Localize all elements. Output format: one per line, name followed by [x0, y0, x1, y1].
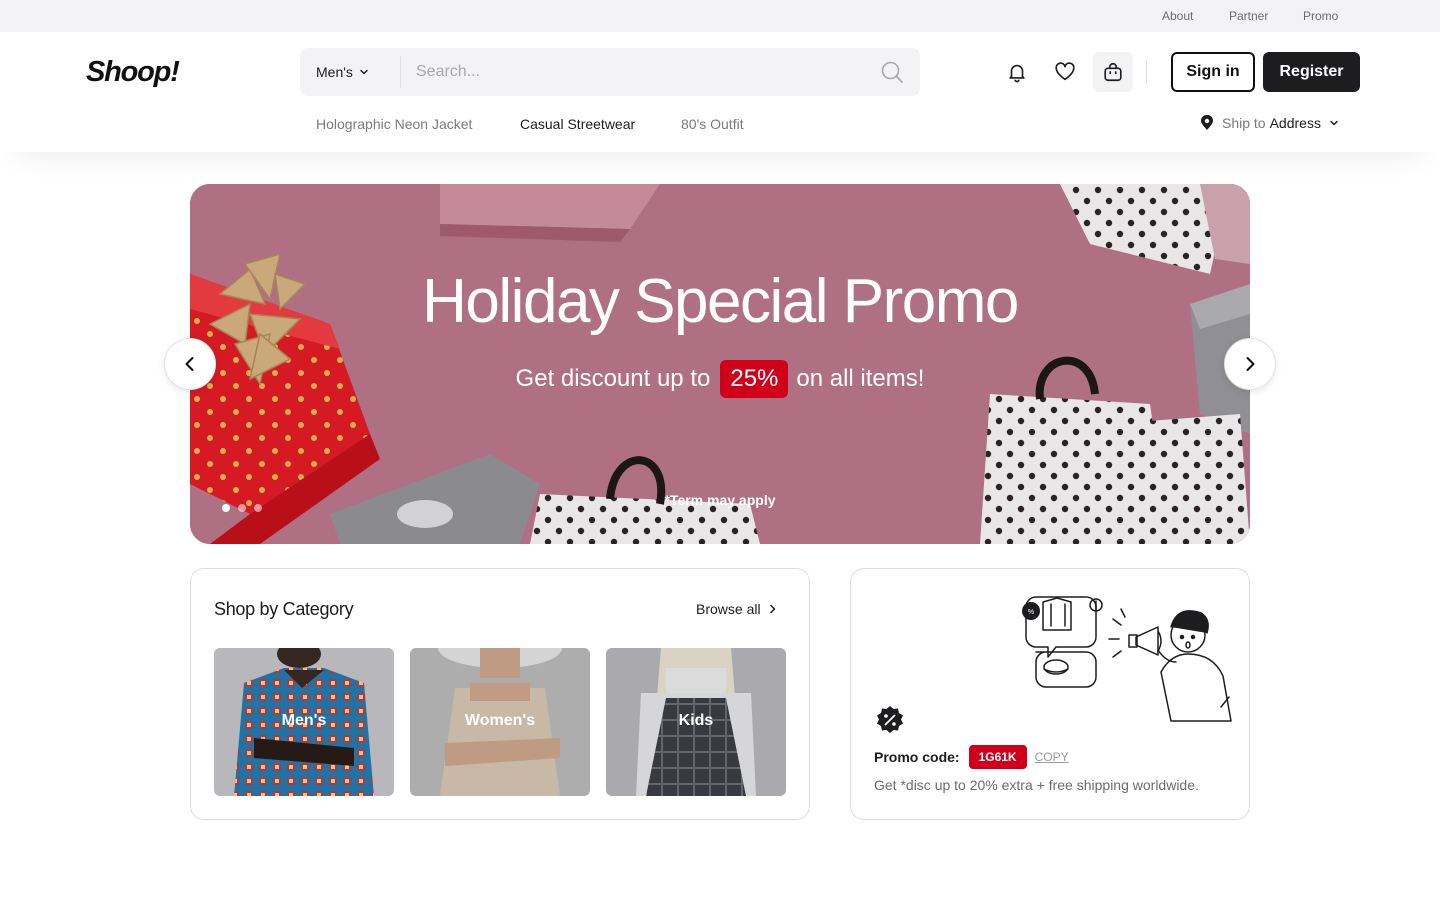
- sign-in-button[interactable]: Sign in: [1171, 52, 1255, 92]
- subnav-link-holographic[interactable]: Holographic Neon Jacket: [316, 116, 472, 132]
- notification-bell-icon[interactable]: [997, 52, 1037, 92]
- chevron-left-icon: [185, 357, 194, 371]
- category-label-mens: Men's: [281, 712, 327, 729]
- hero-terms-note: *Term may apply: [664, 492, 776, 508]
- partner-link[interactable]: Partner: [1229, 9, 1268, 23]
- promo-code-card: % Promo code: 1G61K COPY Get *disc up to…: [850, 568, 1250, 820]
- search-category-label: Men's: [316, 64, 353, 80]
- carousel-indicators: [222, 504, 262, 512]
- search-input[interactable]: [416, 60, 866, 84]
- carousel-dot[interactable]: [254, 504, 262, 512]
- ship-to-prefix: Ship to: [1222, 115, 1266, 131]
- hero-subtitle-before: Get discount up to: [515, 365, 711, 392]
- browse-all-label: Browse all: [696, 601, 761, 617]
- category-label-womens: Women's: [464, 712, 536, 729]
- hero-banner[interactable]: Holiday Special Promo Get discount up to…: [190, 184, 1250, 544]
- discount-badge-icon: [877, 706, 903, 733]
- register-button[interactable]: Register: [1263, 52, 1360, 92]
- carousel-dot[interactable]: [222, 504, 230, 512]
- logo[interactable]: Shoop!: [86, 56, 180, 89]
- shop-by-category-card: Shop by Category Browse all Men's Women'…: [190, 568, 810, 820]
- header-divider: [1146, 60, 1147, 84]
- ship-to-selector[interactable]: Ship to Address: [1200, 115, 1339, 131]
- promo-code-value: 1G61K: [968, 745, 1027, 769]
- chevron-right-icon: [769, 604, 775, 614]
- about-link[interactable]: About: [1162, 9, 1193, 23]
- main-header: Shoop! Men's Sign in Register Holographi…: [0, 32, 1440, 152]
- location-pin-icon: [1201, 115, 1213, 130]
- category-tile-womens[interactable]: Women's: [410, 648, 590, 796]
- discount-badge: 25%: [720, 360, 789, 398]
- hero-subtitle: Get discount up to 25% on all items!: [190, 360, 1250, 398]
- top-utility-bar: About Partner Promo: [0, 0, 1440, 32]
- carousel-prev-button[interactable]: [164, 338, 216, 390]
- promo-description: Get *disc up to 20% extra + free shippin…: [874, 777, 1199, 793]
- category-tile-mens[interactable]: Men's: [214, 648, 394, 796]
- search-bar: Men's: [300, 48, 920, 96]
- promo-link[interactable]: Promo: [1303, 9, 1338, 23]
- carousel-next-button[interactable]: [1224, 338, 1276, 390]
- category-tile-kids[interactable]: Kids: [606, 648, 786, 796]
- promo-code-label: Promo code:: [874, 749, 960, 765]
- search-icon[interactable]: [880, 60, 904, 84]
- chevron-down-icon: [360, 69, 368, 75]
- copy-code-link[interactable]: COPY: [1035, 750, 1069, 764]
- chevron-down-icon: [1330, 120, 1338, 126]
- category-label-kids: Kids: [678, 712, 714, 729]
- hero-subtitle-after: on all items!: [796, 365, 925, 392]
- search-divider: [400, 56, 401, 88]
- carousel-dot[interactable]: [238, 504, 246, 512]
- chevron-right-icon: [1246, 357, 1255, 371]
- hero-title: Holiday Special Promo: [422, 267, 1019, 336]
- search-category-dropdown[interactable]: Men's: [300, 48, 400, 96]
- svg-text:%: %: [1028, 609, 1034, 616]
- wishlist-heart-icon[interactable]: [1045, 52, 1085, 92]
- ship-to-address: Address: [1269, 115, 1321, 131]
- promo-code-row: Promo code: 1G61K COPY: [874, 745, 1069, 769]
- shopping-bag-icon[interactable]: [1093, 52, 1133, 92]
- subnav-link-streetwear[interactable]: Casual Streetwear: [520, 116, 635, 132]
- subnav-link-80s[interactable]: 80's Outfit: [681, 116, 744, 132]
- browse-all-link[interactable]: Browse all: [696, 601, 777, 617]
- category-section-title: Shop by Category: [214, 599, 354, 619]
- megaphone-promo-illustration: %: [1022, 596, 1232, 722]
